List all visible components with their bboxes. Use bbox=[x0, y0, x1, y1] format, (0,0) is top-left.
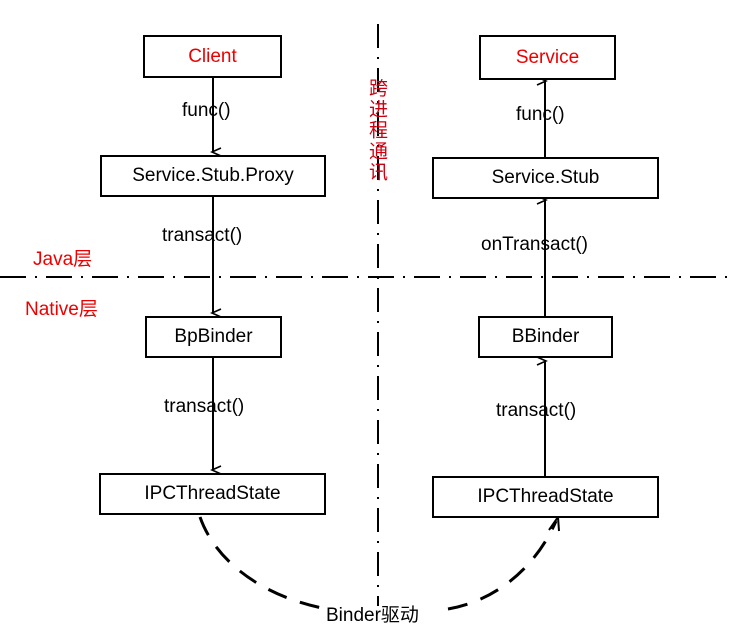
edge-label-stub-to-service: func() bbox=[516, 104, 565, 125]
process-boundary-label: 跨进程通讯 bbox=[366, 78, 387, 183]
box-bbinder-label: BBinder bbox=[511, 326, 580, 347]
edge-label-client-to-proxy: func() bbox=[182, 100, 231, 121]
box-ipcthreadstate-right: IPCThreadState bbox=[432, 476, 659, 518]
box-service-stub-proxy-label: Service.Stub.Proxy bbox=[132, 165, 294, 186]
box-ipcthreadstate-right-label: IPCThreadState bbox=[477, 486, 614, 507]
edge-label-bbinder-to-stub: onTransact() bbox=[481, 234, 588, 255]
edge-label-bpbinder-to-ipc: transact() bbox=[164, 396, 245, 417]
binder-architecture-diagram: Client Service Service.Stub.Proxy Servic… bbox=[0, 0, 736, 632]
box-bpbinder-label: BpBinder bbox=[174, 326, 253, 347]
layer-label-java: Java层 bbox=[33, 249, 93, 270]
box-service-stub-proxy: Service.Stub.Proxy bbox=[100, 155, 326, 197]
box-service-stub: Service.Stub bbox=[432, 157, 659, 199]
box-client: Client bbox=[143, 35, 282, 78]
binder-driver-right-curve bbox=[447, 514, 560, 611]
edge-label-proxy-to-bpbinder: transact() bbox=[162, 225, 243, 246]
binder-driver-left-curve bbox=[198, 516, 323, 610]
box-service-stub-label: Service.Stub bbox=[491, 167, 600, 188]
box-ipcthreadstate-left-label: IPCThreadState bbox=[144, 483, 281, 504]
edge-label-ipc-to-bbinder: transact() bbox=[496, 400, 577, 421]
box-bpbinder: BpBinder bbox=[145, 316, 282, 358]
box-service: Service bbox=[479, 35, 616, 80]
box-bbinder: BBinder bbox=[478, 316, 613, 358]
box-ipcthreadstate-left: IPCThreadState bbox=[99, 473, 326, 515]
box-service-label: Service bbox=[515, 46, 580, 68]
box-client-label: Client bbox=[188, 45, 237, 67]
layer-label-native: Native层 bbox=[25, 299, 98, 320]
binder-driver-label: Binder驱动 bbox=[326, 605, 419, 626]
